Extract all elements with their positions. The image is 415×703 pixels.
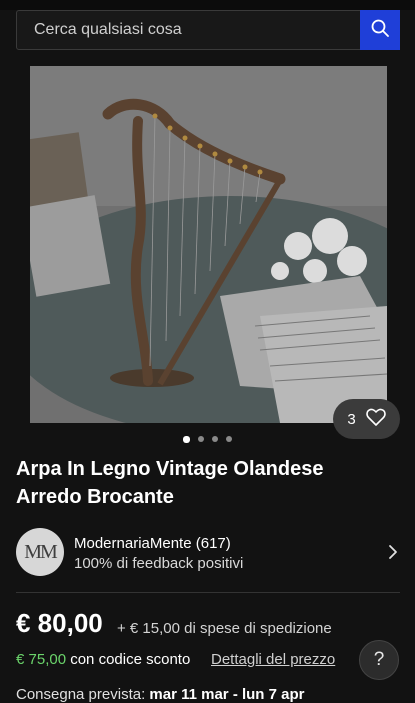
shipping-cost: + € 15,00 di spese di spedizione: [117, 620, 332, 637]
seller-card[interactable]: MM ModernariaMente (617) 100% di feedbac…: [16, 528, 400, 578]
gallery-pagination: [0, 435, 415, 446]
chevron-right-icon: [388, 544, 398, 565]
gallery-dot-2[interactable]: [198, 436, 204, 442]
item-price: € 80,00: [16, 608, 103, 638]
item-photo[interactable]: [30, 66, 387, 423]
status-strip: [0, 0, 415, 10]
price-details-link[interactable]: Dettagli del prezzo: [211, 651, 335, 668]
watch-count: 3: [347, 410, 356, 428]
delivery-label: Consegna prevista:: [16, 686, 146, 703]
search-icon: [371, 19, 389, 42]
search-button[interactable]: [360, 10, 400, 50]
search-input[interactable]: [17, 11, 378, 49]
coupon-offer: € 75,00 con codice sconto: [16, 651, 190, 668]
gallery-dot-4[interactable]: [226, 436, 232, 442]
gallery-dot-3[interactable]: [212, 436, 218, 442]
seller-avatar: MM: [16, 528, 64, 576]
seller-feedback: 100% di feedback positivi: [74, 555, 244, 572]
delivery-estimate: Consegna prevista: mar 11 mar - lun 7 ap…: [16, 686, 305, 703]
seller-name: ModernariaMente (617): [74, 535, 231, 552]
top-bar: [0, 0, 415, 66]
coupon-price: € 75,00: [16, 651, 67, 668]
help-button[interactable]: ?: [359, 640, 399, 680]
question-icon: ?: [373, 649, 385, 670]
harp-photo-illustration: [30, 66, 387, 423]
delivery-dates: mar 11 mar - lun 7 apr: [149, 686, 305, 703]
coupon-text: con codice sconto: [70, 651, 191, 668]
divider: [16, 592, 400, 593]
item-title: Arpa In Legno Vintage Olandese Arredo Br…: [16, 458, 324, 508]
watch-button[interactable]: 3: [333, 399, 400, 439]
heart-icon: [365, 408, 386, 431]
search-bar: [16, 10, 400, 50]
gallery-dot-1[interactable]: [183, 435, 190, 443]
